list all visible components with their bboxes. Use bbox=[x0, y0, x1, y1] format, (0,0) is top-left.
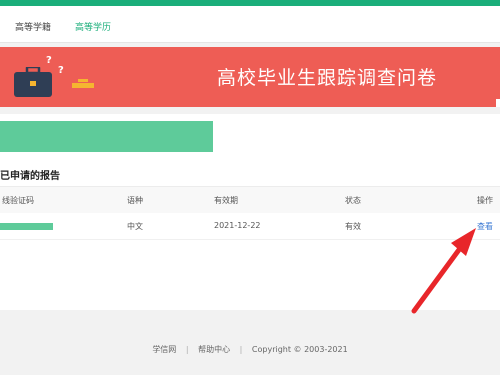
cell-status: 有效 bbox=[345, 222, 361, 231]
table-row: 中文 2021-12-22 有效 查看 bbox=[0, 213, 500, 240]
footer-link-chsi[interactable]: 学信网 bbox=[152, 345, 176, 354]
cell-validity: 2021-12-22 bbox=[214, 221, 261, 230]
footer-separator: | bbox=[239, 345, 243, 354]
col-status: 状态 bbox=[345, 196, 361, 205]
view-report-link[interactable]: 查看 bbox=[477, 221, 493, 232]
tab-higher-education[interactable]: 高等学历 bbox=[75, 20, 111, 33]
table-header: 线验证码 语种 有效期 状态 操作 bbox=[0, 186, 500, 214]
tab-higher-enrollment[interactable]: 高等学籍 bbox=[15, 20, 51, 33]
banner-title: 高校毕业生跟踪调查问卷 bbox=[217, 67, 438, 89]
survey-banner[interactable]: ? ? 高校毕业生跟踪调查问卷 bbox=[0, 47, 500, 107]
tool-decoration bbox=[72, 83, 94, 88]
tool-decoration bbox=[78, 79, 88, 82]
question-mark-icon: ? bbox=[58, 65, 64, 76]
side-tab[interactable] bbox=[496, 99, 500, 107]
col-action: 操作 bbox=[477, 196, 493, 205]
col-validity: 有效期 bbox=[214, 196, 238, 205]
footer-copyright: Copyright © 2003-2021 bbox=[251, 345, 348, 354]
redacted-verification-code bbox=[0, 223, 53, 230]
tabs-bar: 高等学籍 高等学历 bbox=[0, 6, 500, 43]
cell-language: 中文 bbox=[127, 222, 143, 231]
briefcase-icon bbox=[14, 67, 52, 97]
footer-link-help[interactable]: 帮助中心 bbox=[198, 345, 230, 354]
redacted-info-block bbox=[0, 121, 213, 152]
section-title: 已申请的报告 bbox=[0, 171, 60, 182]
question-mark-icon: ? bbox=[46, 55, 52, 66]
footer-separator: | bbox=[185, 345, 189, 354]
footer: 学信网 | 帮助中心 | Copyright © 2003-2021 bbox=[0, 344, 500, 355]
col-verification-code: 线验证码 bbox=[2, 196, 34, 205]
col-language: 语种 bbox=[127, 196, 143, 205]
